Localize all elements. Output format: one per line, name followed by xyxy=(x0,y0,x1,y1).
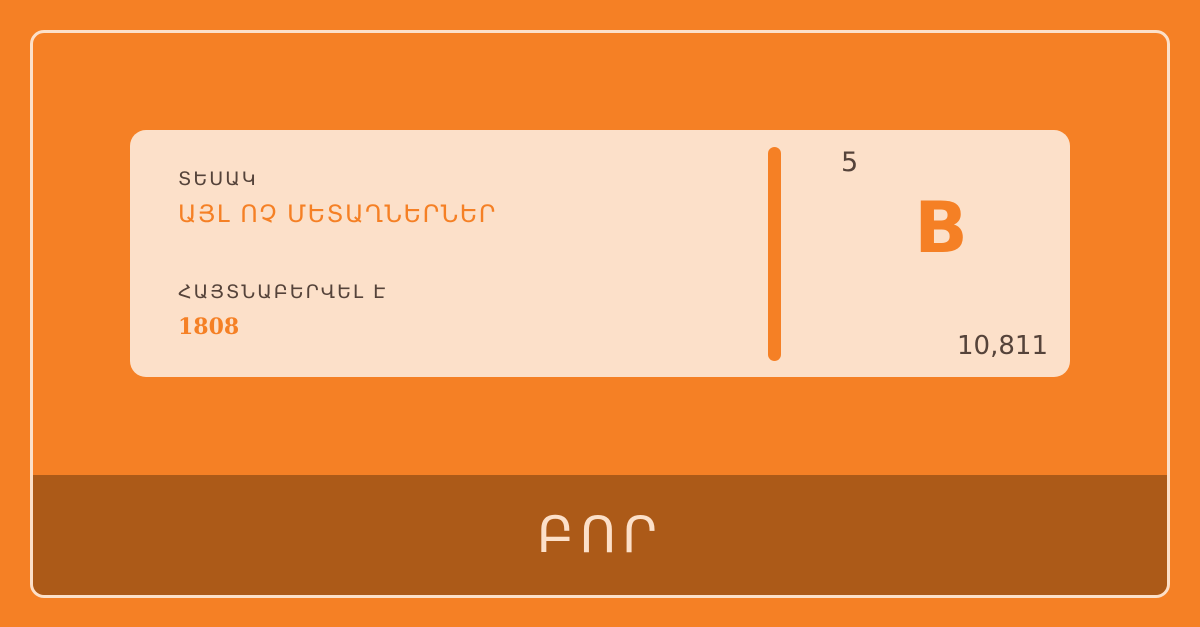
type-value: ԱՅԼ ՈՉ ՄԵՏԱՂՆԵՐՆԵՐ xyxy=(178,200,497,228)
element-card: ՏԵՍԱԿ ԱՅԼ ՈՉ ՄԵՏԱՂՆԵՐՆԵՐ ՀԱՅՏՆԱԲԵՐՎԵԼ Է … xyxy=(130,130,1070,377)
vertical-divider xyxy=(768,147,781,361)
name-band: ԲՈՐ xyxy=(33,475,1167,595)
discovered-label: ՀԱՅՏՆԱԲԵՐՎԵԼ Է xyxy=(178,281,388,303)
atomic-mass: 10,811 xyxy=(957,331,1048,361)
discovered-year: 1808 xyxy=(178,314,240,340)
type-label: ՏԵՍԱԿ xyxy=(178,168,258,190)
element-frame: ՏԵՍԱԿ ԱՅԼ ՈՉ ՄԵՏԱՂՆԵՐՆԵՐ ՀԱՅՏՆԱԲԵՐՎԵԼ Է … xyxy=(30,30,1170,598)
element-name: ԲՈՐ xyxy=(537,506,663,564)
atomic-number: 5 xyxy=(841,147,859,178)
element-symbol: B xyxy=(914,187,968,269)
